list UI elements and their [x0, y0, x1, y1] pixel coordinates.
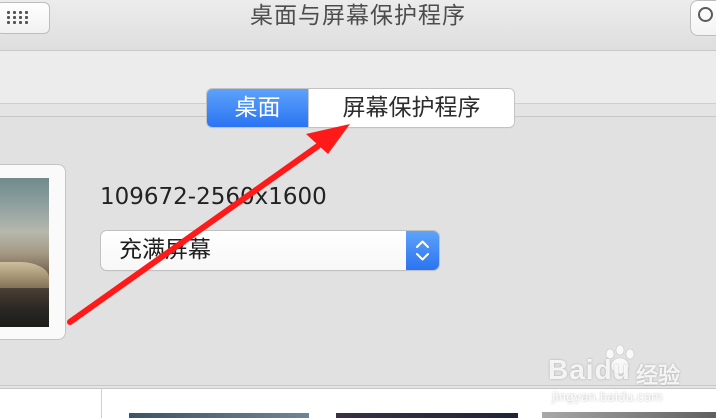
chevron-up-down-icon: [416, 240, 429, 261]
wallpaper-thumbnail[interactable]: [129, 413, 309, 418]
tab-screensaver[interactable]: 屏幕保护程序: [308, 89, 514, 127]
fit-option-value: 充满屏幕: [119, 237, 211, 263]
wallpaper-preview-image: [0, 178, 49, 327]
watermark-cn: 经验: [636, 364, 681, 389]
fit-option-popup[interactable]: 充满屏幕: [101, 231, 439, 270]
wallpaper-thumbnail[interactable]: [542, 412, 716, 418]
search-button[interactable]: [690, 0, 716, 36]
window-title: 桌面与屏幕保护程序: [250, 3, 466, 29]
search-icon: [698, 7, 713, 22]
tab-desktop[interactable]: 桌面: [207, 89, 308, 127]
tab-switcher: 桌面 屏幕保护程序: [207, 89, 514, 127]
baidu-watermark: Baidu 经验 jingyan.baidu.com: [548, 340, 708, 410]
wallpaper-name: 109672-2560x1600: [100, 184, 327, 210]
desktop-screensaver-window: 桌面与屏幕保护程序 桌面 屏幕保护程序 109672-2560x1600 充满屏…: [0, 0, 716, 418]
watermark-brand: Baidu: [548, 354, 631, 385]
popup-stepper[interactable]: [406, 231, 439, 270]
title-bar: 桌面与屏幕保护程序: [0, 0, 716, 51]
browser-divider: [101, 388, 102, 418]
preview-dune: [0, 262, 49, 288]
watermark-url: jingyan.baidu.com: [552, 390, 663, 404]
wallpaper-thumbnail[interactable]: [336, 413, 518, 418]
